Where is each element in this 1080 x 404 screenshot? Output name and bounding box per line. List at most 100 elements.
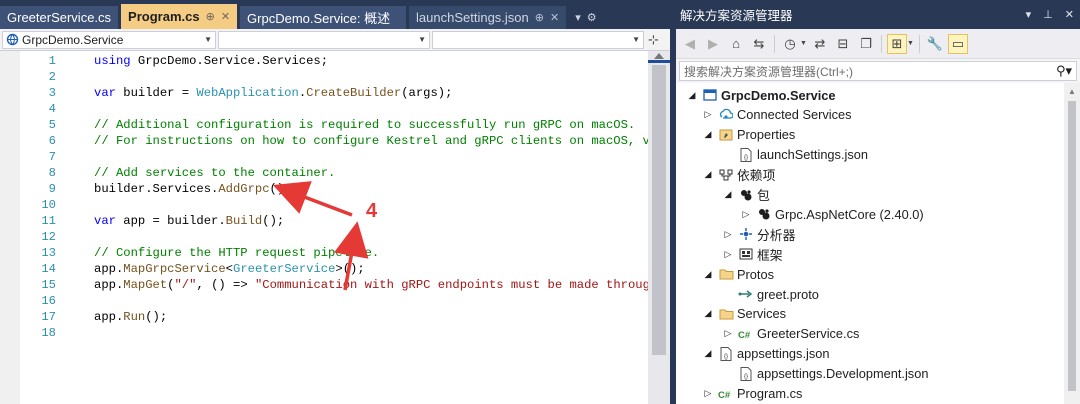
collapse-icon[interactable]: ◢ [686,90,698,101]
tree-node-label: Program.cs [737,386,803,401]
line-number: 3 [48,86,56,100]
pin-icon[interactable]: ⊕ [206,10,215,23]
type-dropdown[interactable]: ▼ [218,30,430,49]
collapse-icon[interactable]: ◢ [702,269,714,280]
window-position-icon[interactable]: ▾ [1026,8,1032,21]
tree-node[interactable]: ▷ Connected Services [702,105,852,125]
close-icon[interactable]: ✕ [1065,8,1074,21]
vertical-scrollbar[interactable] [648,51,670,404]
code-line[interactable]: 10 [0,197,648,213]
pending-changes-filter-icon[interactable]: ◷ [780,34,800,54]
tree-node[interactable]: ◢ 依赖项 [702,165,776,185]
scrollbar-thumb[interactable] [652,65,666,355]
line-number: 18 [41,326,56,340]
project-dropdown[interactable]: GrpcDemo.Service ▼ [2,30,216,49]
collapse-all-icon[interactable]: ⊟ [833,34,853,54]
dependencies-icon [718,167,734,183]
home-icon[interactable]: ⌂ [726,34,746,54]
collapse-icon[interactable]: ◢ [702,129,714,140]
tab-greeter-service[interactable]: GreeterService.cs [0,6,119,29]
tree-node[interactable]: ◢ GrpcDemo.Service [686,85,836,105]
tree-node-label: Protos [737,266,774,282]
chevron-down-icon[interactable]: ▼ [800,40,807,47]
preview-toggle-icon[interactable]: ▭ [947,33,968,54]
properties-wrench-icon[interactable]: 🔧 [925,34,945,54]
code-text-area[interactable]: 1 using GrpcDemo.Service.Services; 2 3 var b… [0,51,648,404]
tab-grpcdemo-overview[interactable]: GrpcDemo.Service: 概述 [240,6,407,29]
tree-node[interactable]: ▷ 框架 [722,244,783,264]
expand-icon[interactable]: ▷ [722,249,734,260]
tab-overflow-icon[interactable]: ▾ [575,6,581,29]
close-icon[interactable]: ✕ [221,10,230,23]
code-editor-pane: GreeterService.cs Program.cs ⊕ ✕ GrpcDem… [0,0,670,404]
code-line[interactable]: 15 app.MapGet("/", () => "Communication w… [0,277,648,293]
tab-launch-settings[interactable]: launchSettings.json ⊕ ✕ [409,6,567,29]
code-line[interactable]: 17 app.Run(); [0,309,648,325]
collapse-icon[interactable]: ◢ [702,348,714,359]
code-line[interactable]: 7 [0,149,648,165]
annotation-number: 4 [366,200,378,222]
switch-views-icon[interactable]: ⇆ [749,34,769,54]
expand-icon[interactable]: ▷ [740,209,752,220]
code-line[interactable]: 9 builder.Services.AddGrpc(); [0,181,648,197]
expand-icon[interactable]: ▷ [702,109,714,120]
split-editor-icon[interactable]: ⊹ [648,32,659,48]
auto-hide-pin-icon[interactable]: ⊥ [1043,8,1053,21]
code-line[interactable]: 4 [0,101,648,117]
tree-node[interactable]: ▷ C# GreeterService.cs [722,324,860,344]
code-line[interactable]: 2 [0,69,648,85]
close-icon[interactable]: ✕ [550,11,559,24]
tree-node[interactable]: ▷ C# Program.cs [702,384,803,404]
line-number: 2 [48,70,56,84]
scroll-up-icon[interactable] [654,53,664,59]
tree-node[interactable]: greet.proto [722,284,819,304]
analyzer-icon [738,226,754,242]
code-line[interactable]: 12 [0,229,648,245]
scrollbar-thumb[interactable] [1068,101,1076,391]
search-icon[interactable]: ⚲▾ [1056,63,1072,79]
panel-title: 解决方案资源管理器 [680,9,793,23]
sync-with-document-icon[interactable]: ⇄ [810,34,830,54]
show-all-files-icon[interactable]: ❐ [856,34,876,54]
preview-selected-items-icon[interactable]: ⊞ [886,33,907,54]
expand-icon[interactable]: ▷ [702,388,714,399]
tree-node[interactable]: ▷ Grpc.AspNetCore (2.40.0) [740,204,924,224]
collapse-icon[interactable]: ◢ [702,169,714,180]
tab-program-cs[interactable]: Program.cs ⊕ ✕ [121,4,238,29]
code-line[interactable]: 13 // Configure the HTTP request pipeline… [0,245,648,261]
expand-icon[interactable]: ▷ [722,229,734,240]
solution-search-input[interactable]: 搜索解决方案资源管理器(Ctrl+;) ⚲▾ [679,61,1077,81]
collapse-icon[interactable]: ◢ [722,189,734,200]
code-line[interactable]: 8 // Add services to the container. [0,165,648,181]
gear-icon[interactable]: ⚙ [587,6,597,29]
tree-node[interactable]: ◢ Services [702,304,787,324]
chevron-down-icon[interactable]: ▼ [907,40,914,47]
pin-icon[interactable]: ⊕ [535,11,544,24]
tree-node[interactable]: ◢ Properties [702,125,796,145]
code-line[interactable]: 1 using GrpcDemo.Service.Services; [0,53,648,69]
tree-node[interactable]: ▷ 分析器 [722,224,796,244]
code-line[interactable]: 5 // Additional configuration is required… [0,117,648,133]
line-number: 1 [48,54,56,68]
code-line[interactable]: 6 // For instructions on how to configure… [0,133,648,149]
forward-icon[interactable]: ▶ [703,34,723,54]
back-icon[interactable]: ◀ [680,34,700,54]
code-line[interactable]: 14 app.MapGrpcService<GreeterService>(); [0,261,648,277]
code-line[interactable]: 18 [0,325,648,341]
member-dropdown[interactable]: ▼ [432,30,644,49]
tree-node[interactable]: {} appsettings.Development.json [722,364,928,384]
code-line[interactable]: 16 [0,293,648,309]
toolbar-separator [918,34,920,53]
tree-node[interactable]: ◢ 包 [722,185,770,205]
collapse-icon[interactable]: ◢ [702,308,714,319]
tree-node[interactable]: ◢ Protos [702,264,774,284]
project-icon [6,33,19,46]
csharp-file-icon: C# [718,386,734,402]
solution-explorer-scrollbar[interactable]: ▲ [1064,83,1080,404]
tree-node[interactable]: {} launchSettings.json [722,145,868,165]
scroll-up-icon[interactable]: ▲ [1068,87,1076,96]
tree-node[interactable]: ◢ {} appsettings.json [702,344,830,364]
expand-icon[interactable]: ▷ [722,328,734,339]
code-line[interactable]: 3 var builder = WebApplication.CreateBuil… [0,85,648,101]
code-line[interactable]: 11 var app = builder.Build(); [0,213,648,229]
